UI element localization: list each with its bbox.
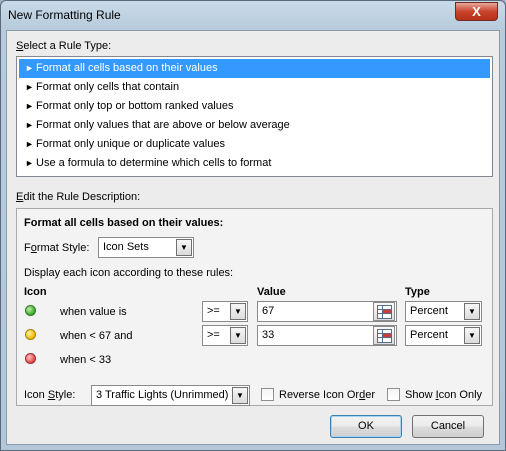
dialog-title: New Formatting Rule <box>8 8 121 22</box>
rule-row-condition: when < 67 and <box>60 330 133 342</box>
chevron-down-icon[interactable]: ▼ <box>232 387 248 404</box>
type-select[interactable]: Percent ▼ <box>405 301 482 322</box>
rule-type-item[interactable]: ► Format only values that are above or be… <box>19 116 490 135</box>
arrow-right-icon: ► <box>25 82 34 92</box>
rule-description-panel: Format all cells based on their values: … <box>16 208 493 406</box>
rule-type-item[interactable]: ► Format all cells based on their values <box>19 59 490 78</box>
range-select-button[interactable] <box>373 302 395 321</box>
rule-description-label: Edit the Rule Description: <box>16 191 141 203</box>
operator-value: >= <box>207 329 220 341</box>
rule-type-list[interactable]: ► Format all cells based on their values … <box>16 56 493 177</box>
title-bar[interactable]: New Formatting Rule X <box>1 1 505 29</box>
type-value: Percent <box>410 329 448 341</box>
display-rules-label: Display each icon according to these rul… <box>24 267 234 279</box>
rule-type-item[interactable]: ► Format only top or bottom ranked values <box>19 97 490 116</box>
icon-style-value: 3 Traffic Lights (Unrimmed) <box>96 389 229 401</box>
rule-row-condition: when value is <box>60 306 127 318</box>
cancel-button[interactable]: Cancel <box>412 415 484 438</box>
icon-style-label: Icon Style: <box>24 389 76 401</box>
format-style-label: Format Style: <box>24 242 90 254</box>
red-circle-icon[interactable] <box>25 353 36 364</box>
operator-value: >= <box>207 305 220 317</box>
ok-button[interactable]: OK <box>330 415 402 438</box>
arrow-right-icon: ► <box>25 120 34 130</box>
show-icon-only-checkbox[interactable] <box>387 388 400 401</box>
range-picker-icon <box>377 329 392 343</box>
operator-select[interactable]: >= ▼ <box>202 325 248 346</box>
icon-style-select[interactable]: 3 Traffic Lights (Unrimmed) ▼ <box>91 385 250 406</box>
dialog-window: New Formatting Rule X Select a Rule Type… <box>0 0 506 451</box>
yellow-circle-icon[interactable] <box>25 329 36 340</box>
description-heading: Format all cells based on their values: <box>24 217 224 229</box>
operator-select[interactable]: >= ▼ <box>202 301 248 322</box>
arrow-right-icon: ► <box>25 158 34 168</box>
icon-column-header: Icon <box>24 286 47 298</box>
reverse-icon-order-checkbox[interactable] <box>261 388 274 401</box>
green-circle-icon[interactable] <box>25 305 36 316</box>
range-select-button[interactable] <box>373 326 395 345</box>
rule-type-item[interactable]: ► Format only unique or duplicate values <box>19 135 490 154</box>
chevron-down-icon[interactable]: ▼ <box>230 327 246 344</box>
value-text: 33 <box>262 329 275 341</box>
arrow-right-icon: ► <box>25 139 34 149</box>
dialog-body: Select a Rule Type: ► Format all cells ba… <box>6 30 500 445</box>
arrow-right-icon: ► <box>25 101 34 111</box>
chevron-down-icon[interactable]: ▼ <box>464 327 480 344</box>
rule-type-item[interactable]: ► Use a formula to determine which cells … <box>19 154 490 173</box>
close-button[interactable]: X <box>455 2 498 21</box>
type-select[interactable]: Percent ▼ <box>405 325 482 346</box>
format-style-value: Icon Sets <box>103 241 149 253</box>
rule-row-condition: when < 33 <box>60 354 112 366</box>
chevron-down-icon[interactable]: ▼ <box>230 303 246 320</box>
value-column-header: Value <box>257 286 286 298</box>
chevron-down-icon[interactable]: ▼ <box>176 239 192 256</box>
rule-type-label: Select a Rule Type: <box>16 40 112 52</box>
reverse-icon-order-label[interactable]: Reverse Icon Order <box>279 389 375 401</box>
value-text: 67 <box>262 305 275 317</box>
format-style-select[interactable]: Icon Sets ▼ <box>98 237 194 258</box>
rule-type-item[interactable]: ► Format only cells that contain <box>19 78 490 97</box>
type-column-header: Type <box>405 286 430 298</box>
range-picker-icon <box>377 305 392 319</box>
chevron-down-icon[interactable]: ▼ <box>464 303 480 320</box>
show-icon-only-label[interactable]: Show Icon Only <box>405 389 482 401</box>
arrow-right-icon: ► <box>25 63 34 73</box>
type-value: Percent <box>410 305 448 317</box>
